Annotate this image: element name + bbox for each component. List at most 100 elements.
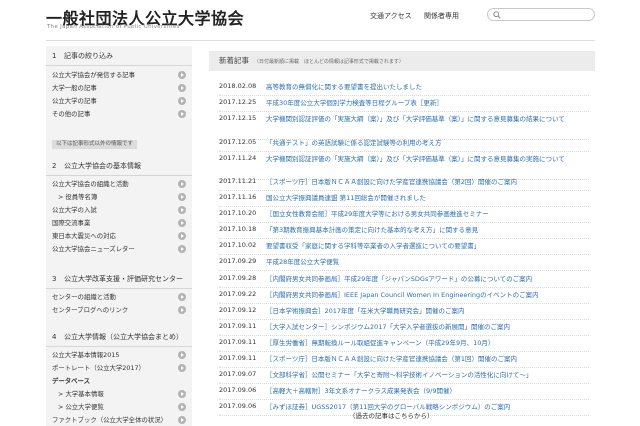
news-title-link[interactable]: ［日本学術振興会］2017年度「在米大学職員研究会」開催のご案内 [266,306,588,317]
sidebar-item-earthquake[interactable]: 東日本大震災への対応 [46,230,192,242]
arrow-right-icon [178,390,186,398]
news-note: （日付最新順に掲載 ほとんどの情報は記事形式で掲載されます） [254,59,404,65]
news-separator [219,367,589,368]
news-date: 2017.09.12 [219,306,257,314]
news-date: 2017.09.22 [219,290,257,298]
arrow-right-icon [178,84,186,92]
site-logo-subtitle: The Japan Association of Public Universi… [47,24,180,30]
arrow-right-icon [178,206,186,214]
arrow-right-icon [178,364,186,372]
arrow-right-icon [178,293,186,301]
news-date: 2017.09.28 [219,274,257,282]
sidebar-item-international[interactable]: 国際交流事業 [46,217,192,229]
sidebar-item-university-basic[interactable]: > 大学基本情報 [46,388,192,400]
sidebar-item-newsletter[interactable]: 公立大学協会ニューズレター [46,243,192,255]
news-title-link[interactable]: ［内閣府男女共同参画局］平成29年度「ジャパンSDGsアワード」の公募についての… [266,274,588,285]
news-date: 2017.12.05 [219,138,257,146]
news-date: 2017.11.16 [219,193,257,201]
news-date: 2017.11.21 [219,177,257,185]
search-input[interactable] [504,10,590,20]
sidebar-section-center: 3 公立大学改革支援・評価研究センター [52,275,183,283]
sidebar-non-article-tag: 以下は記事形式以外の情報です [52,140,138,149]
news-separator [219,95,589,96]
sidebar-item-association-articles[interactable]: 公立大学協会が発信する記事 [46,69,192,81]
news-title-link[interactable]: 「第3期教育振興基本計画の策定に向けた基本的な考え方」に関する意見 [266,225,588,236]
news-separator [219,238,589,239]
sidebar-item-other-articles[interactable]: その他の記事 [46,108,192,120]
news-separator [219,351,589,352]
arrow-right-icon [178,351,186,359]
sidebar-item-public-university-articles[interactable]: 公立大学の記事 [46,95,192,107]
news-date: 2017.09.11 [219,338,257,346]
news-title-link[interactable]: 平成30年度公立大学個別学力検査等日程グループ表［更新］ [266,98,588,109]
news-date: 2017.11.24 [219,154,257,162]
sidebar-item-general-articles[interactable]: 大学一般の記事 [46,82,192,94]
sidebar-item-handbook[interactable]: > 公立大学便覧 [46,401,192,413]
nav-access-link[interactable]: 交通アクセス [370,11,412,21]
news-date: 2017.10.02 [219,241,257,249]
arrow-right-icon [178,71,186,79]
news-date: 2018.02.08 [219,82,257,90]
search-icon[interactable] [493,11,501,19]
arrow-right-icon [178,110,186,118]
news-title-link[interactable]: 大学機関別認証評価の「実施大綱（案）」及び「大学評価基準（案）」に関する意見募集… [266,114,588,125]
arrow-right-icon [178,232,186,240]
arrow-right-icon [178,245,186,253]
news-title-link[interactable]: 国公立大学振興議員連盟 第11回総会が開催されました [266,193,588,204]
news-date: 2017.09.07 [219,370,257,378]
sidebar-item-factbook[interactable]: ファクトブック（公立大学全体の状況） [46,414,192,426]
news-title-link[interactable]: ［文部科学省］公開セミナー「大学と寄附～科学技術イノベーションの活性化に向けて～… [266,370,588,381]
news-separator [219,303,589,304]
news-separator [219,335,589,336]
news-title-link[interactable]: ［スポーツ庁］日本版ＮＣＡＡ創設に向けた学産官連携協議会（第1回）開催のご案内 [266,354,588,365]
news-title-link[interactable]: 要望書収受「家庭に関する学科等卒業者の入学者選抜についての要望書」 [266,241,588,252]
news-separator [219,287,589,288]
news-title-link[interactable]: ［大学入試センター］シンポジウム2017「大学入学者選抜の新展開」開催のご案内 [266,322,588,333]
news-separator [219,111,589,112]
news-title-link[interactable]: 「共通テスト」の英語試験に係る認定試験等の利用の考え方 [266,138,588,149]
arrow-right-icon [178,416,186,424]
news-separator [219,270,589,271]
sidebar-item-admissions[interactable]: 公立大学の入試 [46,204,192,216]
news-title-link[interactable]: ［内閣府男女共同参画局］IEEE Japan Council Women In … [266,290,588,301]
sidebar-section-filter: 1 記事の絞り込み [52,52,113,60]
news-separator [219,151,589,152]
sidebar-item-organization[interactable]: 公立大学協会の組織と活動 [46,178,192,190]
site-header: 一般社団法人公立大学協会 The Japan Association of Pu… [0,0,640,38]
arrow-right-icon [178,193,186,201]
news-title-link[interactable]: ［スポーツ庁］日本版ＮＣＡＡ創設に向けた学産官連携協議会（第2回）開催のご案内 [266,177,588,188]
news-title-link[interactable]: ［国立女性教育会館］平成29年度大学等における男女共同参画推進セミナー [266,209,588,220]
arrow-right-icon [178,219,186,227]
header-divider [46,40,595,41]
news-date: 2017.09.11 [219,322,257,330]
news-title-link[interactable]: 高等教育の無償化に関する要望書を提出いたしました [266,82,588,93]
news-title-link[interactable]: 平成28年度公立大学便覧 [266,257,588,268]
news-separator [219,383,589,384]
news-separator [219,222,589,223]
news-date: 2017.09.06 [219,402,257,410]
news-separator [219,319,589,320]
nav-staff-link[interactable]: 関係者専用 [424,11,459,21]
sidebar-item-database[interactable]: データベース [46,375,192,387]
news-header: 新着記事 （日付最新順に掲載 ほとんどの情報は記事形式で掲載されます） [209,51,595,71]
sidebar-item-officers[interactable]: > 役員等名簿 [46,191,192,203]
sidebar-section-basic-info: 2 公立大学協会の基本情報 [52,162,141,170]
sidebar-item-center-blog[interactable]: センターブログへのリンク [46,304,192,316]
news-heading: 新着記事 [219,56,249,65]
news-title-link[interactable]: 大学機関別認証評価の「実施大綱（案）」及び「大学評価基準（案）」に関する意見募集… [266,154,588,165]
news-date: 2017.09.11 [219,354,257,362]
sidebar-item-portrait[interactable]: ポートレート（公立大学2017） [46,362,192,374]
news-title-link[interactable]: ［高軽大＋高轄附］3年文系オナークラス成果発表会（9/9開催） [266,386,588,397]
news-date: 2017.10.20 [219,209,257,217]
sidebar-item-center-organization[interactable]: センターの組織と活動 [46,291,192,303]
sidebar-item-basic-info-2015[interactable]: 公立大学基本情報2015 [46,349,192,361]
arrow-right-icon [178,180,186,188]
sidebar: 1 記事の絞り込み 公立大学協会が発信する記事 大学一般の記事 公立大学の記事 そ… [46,46,192,426]
main-content: 新着記事 （日付最新順に掲載 ほとんどの情報は記事形式で掲載されます） 2018.… [209,46,595,426]
news-separator [219,399,589,400]
past-articles-link[interactable]: （過去の記事はこちらから） [349,410,434,420]
arrow-right-icon [178,97,186,105]
news-date: 2017.10.18 [219,225,257,233]
news-date: 2017.12.25 [219,98,257,106]
news-title-link[interactable]: ［厚生労働省］無期転換ルール取組促進キャンペーン（平成29年9月、10月） [266,338,588,349]
